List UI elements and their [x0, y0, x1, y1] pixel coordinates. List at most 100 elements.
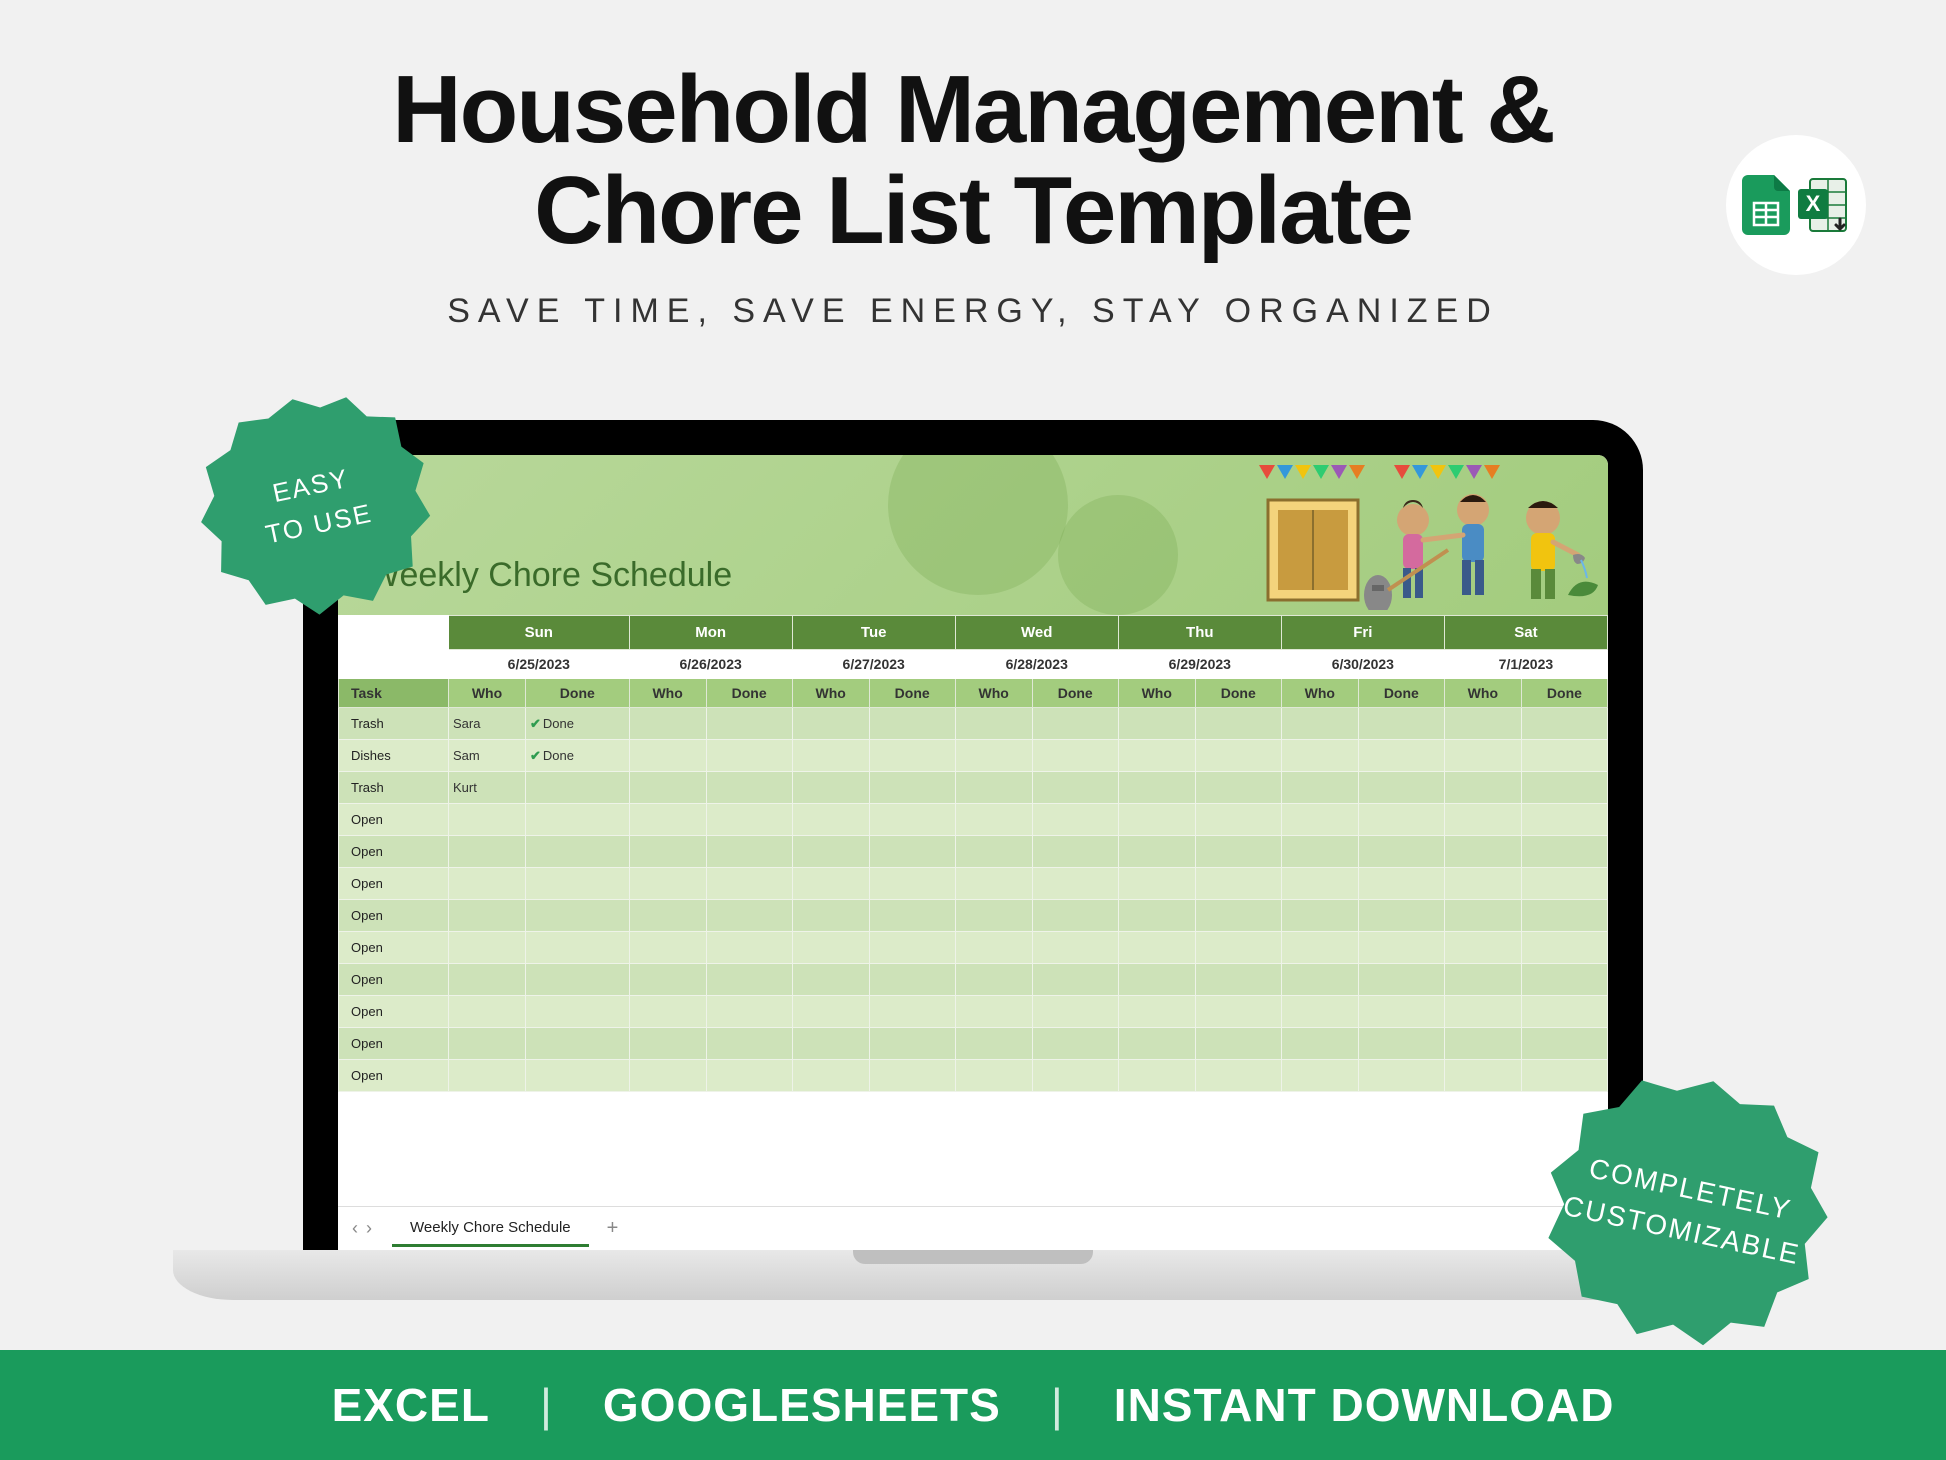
done-cell[interactable]: [869, 772, 955, 804]
who-cell[interactable]: [792, 836, 869, 868]
who-cell[interactable]: [1281, 1060, 1358, 1092]
done-cell[interactable]: [1032, 804, 1118, 836]
done-cell[interactable]: [1358, 1060, 1444, 1092]
done-cell[interactable]: [706, 1060, 792, 1092]
who-cell[interactable]: [449, 1028, 526, 1060]
who-cell[interactable]: [1444, 708, 1521, 740]
who-cell[interactable]: [792, 804, 869, 836]
done-cell[interactable]: [706, 1028, 792, 1060]
who-cell[interactable]: [1444, 964, 1521, 996]
who-cell[interactable]: [1281, 1028, 1358, 1060]
done-cell[interactable]: ✔Done: [525, 708, 629, 740]
task-cell[interactable]: Open: [339, 932, 449, 964]
done-cell[interactable]: [525, 772, 629, 804]
who-cell[interactable]: [1118, 772, 1195, 804]
done-cell[interactable]: [1195, 868, 1281, 900]
done-cell[interactable]: [1521, 964, 1607, 996]
done-cell[interactable]: [525, 1060, 629, 1092]
who-cell[interactable]: [449, 1060, 526, 1092]
who-cell[interactable]: [1444, 772, 1521, 804]
who-cell[interactable]: [792, 772, 869, 804]
who-cell[interactable]: [1118, 964, 1195, 996]
who-cell[interactable]: Sara: [449, 708, 526, 740]
done-cell[interactable]: [706, 804, 792, 836]
who-cell[interactable]: [792, 932, 869, 964]
who-cell[interactable]: [792, 708, 869, 740]
done-cell[interactable]: [1358, 1028, 1444, 1060]
task-cell[interactable]: Dishes: [339, 740, 449, 772]
tab-next-icon[interactable]: ›: [366, 1218, 372, 1239]
who-cell[interactable]: [1118, 932, 1195, 964]
who-cell[interactable]: [1444, 1060, 1521, 1092]
who-cell[interactable]: [792, 996, 869, 1028]
who-cell[interactable]: [1281, 900, 1358, 932]
sheet-tab-active[interactable]: Weekly Chore Schedule: [392, 1211, 589, 1247]
done-cell[interactable]: [1032, 964, 1118, 996]
who-cell[interactable]: [629, 740, 706, 772]
task-cell[interactable]: Open: [339, 836, 449, 868]
who-cell[interactable]: [449, 996, 526, 1028]
who-cell[interactable]: Sam: [449, 740, 526, 772]
done-cell[interactable]: [1521, 772, 1607, 804]
done-cell[interactable]: [1195, 964, 1281, 996]
who-cell[interactable]: [1444, 804, 1521, 836]
task-cell[interactable]: Open: [339, 1028, 449, 1060]
who-cell[interactable]: [1281, 772, 1358, 804]
who-cell[interactable]: [1118, 996, 1195, 1028]
done-cell[interactable]: [869, 900, 955, 932]
task-cell[interactable]: Trash: [339, 772, 449, 804]
add-sheet-icon[interactable]: +: [607, 1217, 619, 1240]
done-cell[interactable]: [1195, 772, 1281, 804]
done-cell[interactable]: [1358, 804, 1444, 836]
done-cell[interactable]: [1032, 1028, 1118, 1060]
done-cell[interactable]: [525, 964, 629, 996]
done-cell[interactable]: [1032, 772, 1118, 804]
who-cell[interactable]: [629, 996, 706, 1028]
who-cell[interactable]: [1281, 964, 1358, 996]
done-cell[interactable]: [1521, 900, 1607, 932]
done-cell[interactable]: [1032, 932, 1118, 964]
done-cell[interactable]: [1521, 932, 1607, 964]
done-cell[interactable]: [706, 900, 792, 932]
done-cell[interactable]: [1358, 740, 1444, 772]
done-cell[interactable]: [525, 836, 629, 868]
done-cell[interactable]: [1521, 996, 1607, 1028]
who-cell[interactable]: [955, 932, 1032, 964]
who-cell[interactable]: [955, 740, 1032, 772]
who-cell[interactable]: [449, 900, 526, 932]
who-cell[interactable]: [449, 964, 526, 996]
done-cell[interactable]: [1195, 996, 1281, 1028]
done-cell[interactable]: [1358, 996, 1444, 1028]
task-cell[interactable]: Trash: [339, 708, 449, 740]
done-cell[interactable]: [1358, 836, 1444, 868]
who-cell[interactable]: [629, 804, 706, 836]
done-cell[interactable]: [869, 1060, 955, 1092]
done-cell[interactable]: [1195, 836, 1281, 868]
who-cell[interactable]: [1444, 836, 1521, 868]
who-cell[interactable]: [792, 900, 869, 932]
done-cell[interactable]: [1195, 804, 1281, 836]
task-cell[interactable]: Open: [339, 964, 449, 996]
done-cell[interactable]: [869, 932, 955, 964]
done-cell[interactable]: [869, 804, 955, 836]
done-cell[interactable]: [1358, 868, 1444, 900]
who-cell[interactable]: [449, 836, 526, 868]
done-cell[interactable]: [1521, 708, 1607, 740]
done-cell[interactable]: ✔Done: [525, 740, 629, 772]
who-cell[interactable]: [1118, 804, 1195, 836]
who-cell[interactable]: [955, 1028, 1032, 1060]
done-cell[interactable]: [525, 868, 629, 900]
done-cell[interactable]: [525, 932, 629, 964]
who-cell[interactable]: [629, 708, 706, 740]
who-cell[interactable]: [1444, 932, 1521, 964]
who-cell[interactable]: [1281, 740, 1358, 772]
done-cell[interactable]: [869, 836, 955, 868]
done-cell[interactable]: [1195, 900, 1281, 932]
who-cell[interactable]: [1118, 836, 1195, 868]
done-cell[interactable]: [1032, 708, 1118, 740]
who-cell[interactable]: [955, 900, 1032, 932]
who-cell[interactable]: [955, 836, 1032, 868]
done-cell[interactable]: [706, 708, 792, 740]
done-cell[interactable]: [1358, 964, 1444, 996]
done-cell[interactable]: [706, 772, 792, 804]
